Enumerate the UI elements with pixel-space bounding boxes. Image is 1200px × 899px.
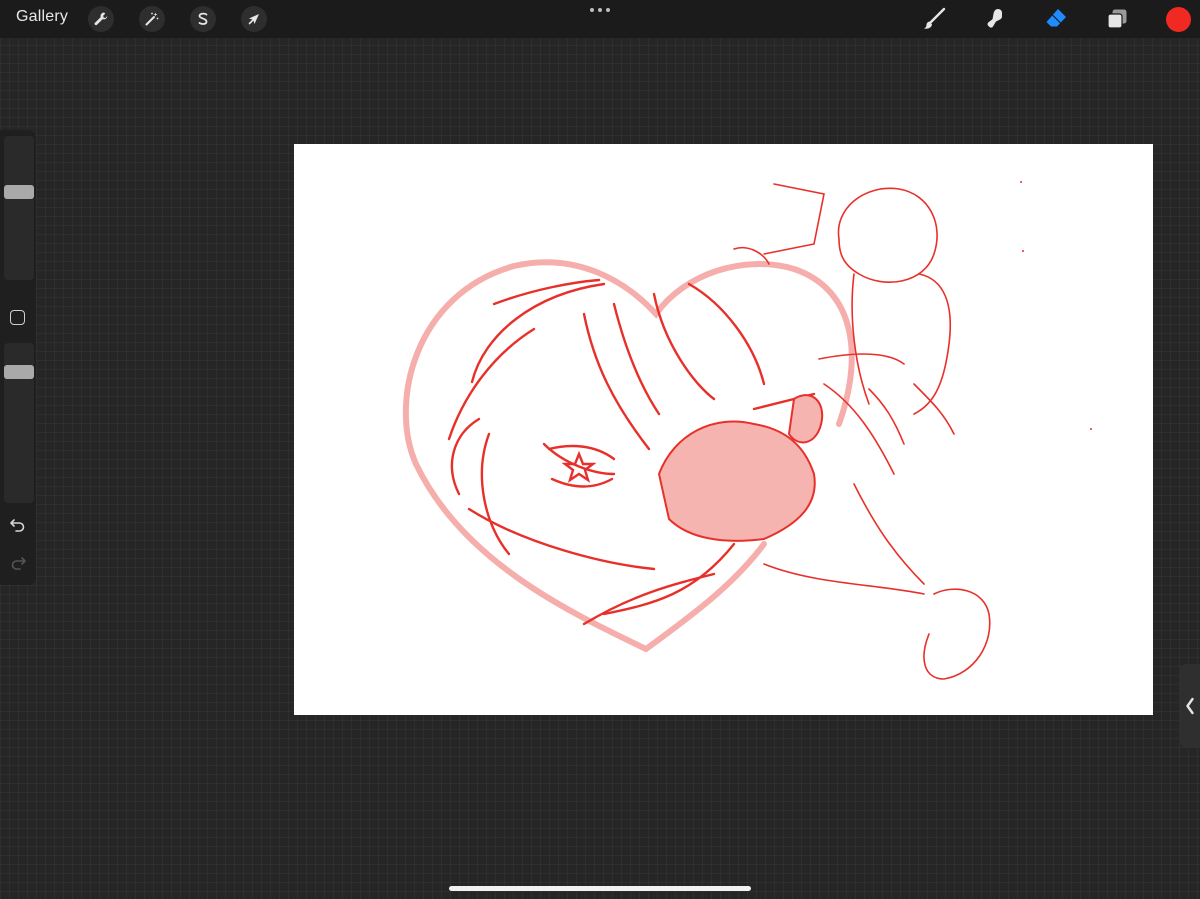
actions-button[interactable] [88, 6, 114, 32]
fist-shape [657, 420, 816, 542]
layers-icon [1107, 9, 1127, 29]
heart-outline-lower [643, 541, 767, 652]
layers-button[interactable] [1103, 5, 1131, 33]
left-sidebar [0, 130, 36, 585]
stray-dot [1020, 181, 1022, 183]
selection-s-icon [198, 12, 208, 25]
wrench-icon [94, 12, 108, 26]
top-toolbar: Gallery [0, 0, 1200, 38]
panel-collapse-tab[interactable] [1179, 664, 1200, 748]
opacity-slider[interactable] [4, 343, 34, 503]
procreate-app: Gallery [0, 0, 1200, 899]
magic-wand-icon [145, 12, 159, 26]
gallery-button[interactable]: Gallery [16, 8, 68, 26]
dot [606, 8, 610, 12]
opacity-thumb[interactable] [4, 365, 34, 379]
smudge-tool-button[interactable] [981, 5, 1009, 33]
smudge-icon [987, 9, 1002, 28]
home-indicator [449, 886, 751, 891]
transform-button[interactable] [241, 6, 267, 32]
brush-tool-button[interactable] [920, 5, 948, 33]
selection-button[interactable] [190, 6, 216, 32]
stray-dot [1090, 428, 1092, 430]
redo-icon[interactable] [9, 554, 27, 572]
modify-button[interactable] [10, 310, 25, 325]
dot [598, 8, 602, 12]
brush-size-thumb[interactable] [4, 185, 34, 199]
stray-dot [1022, 250, 1024, 252]
arrow-cursor-icon [248, 14, 259, 25]
brush-size-slider[interactable] [4, 136, 34, 280]
sketch-artwork [402, 181, 1092, 680]
undo-icon[interactable] [9, 516, 27, 534]
eraser-tool-button[interactable] [1042, 5, 1070, 33]
thumb-shape [787, 394, 824, 444]
dot [590, 8, 594, 12]
chevron-left-icon [1185, 697, 1194, 715]
color-picker-swatch[interactable] [1166, 7, 1191, 32]
eraser-icon [1046, 9, 1066, 27]
adjustments-button[interactable] [139, 6, 165, 32]
more-options-dots[interactable] [590, 8, 610, 14]
drawing-canvas[interactable] [294, 144, 1153, 715]
brush-icon [924, 7, 946, 29]
